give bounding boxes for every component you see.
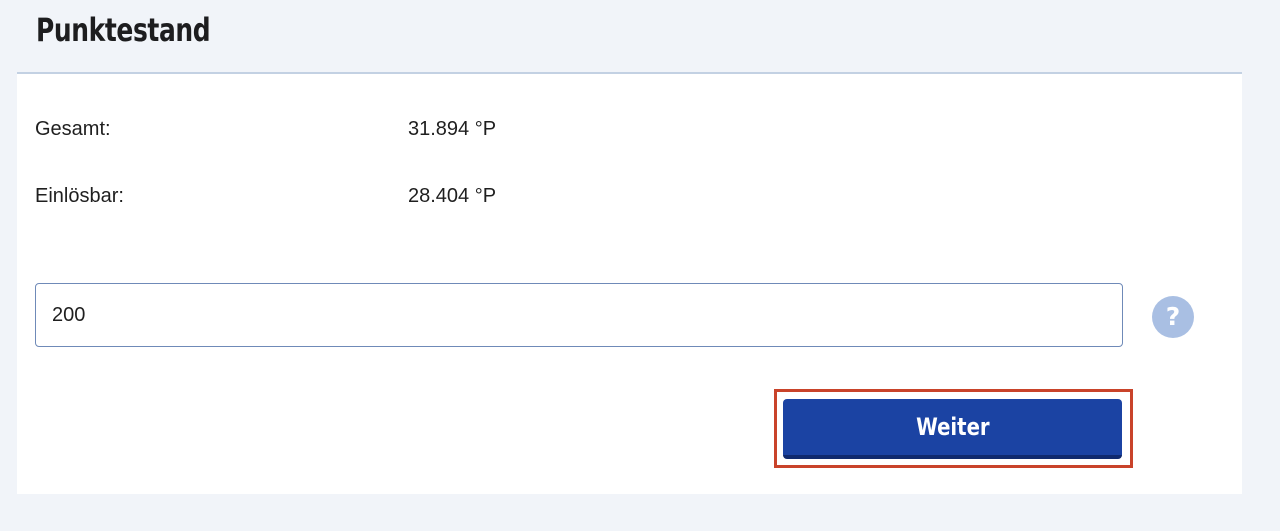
continue-button-label: Weiter (915, 413, 990, 441)
question-icon[interactable]: ? (1152, 296, 1194, 338)
points-balance-card: Gesamt: 31.894 °P Einlösbar: 28.404 °P ?… (17, 74, 1242, 494)
total-points-value: 31.894 °P (408, 118, 497, 140)
redeemable-points-label: Einlösbar: (35, 185, 124, 207)
page-title: Punktestand (36, 11, 211, 49)
redeemable-points-value: 28.404 °P (408, 185, 497, 207)
continue-button[interactable]: Weiter (783, 399, 1122, 459)
total-points-label: Gesamt: (35, 118, 111, 140)
points-amount-input[interactable] (35, 283, 1123, 347)
